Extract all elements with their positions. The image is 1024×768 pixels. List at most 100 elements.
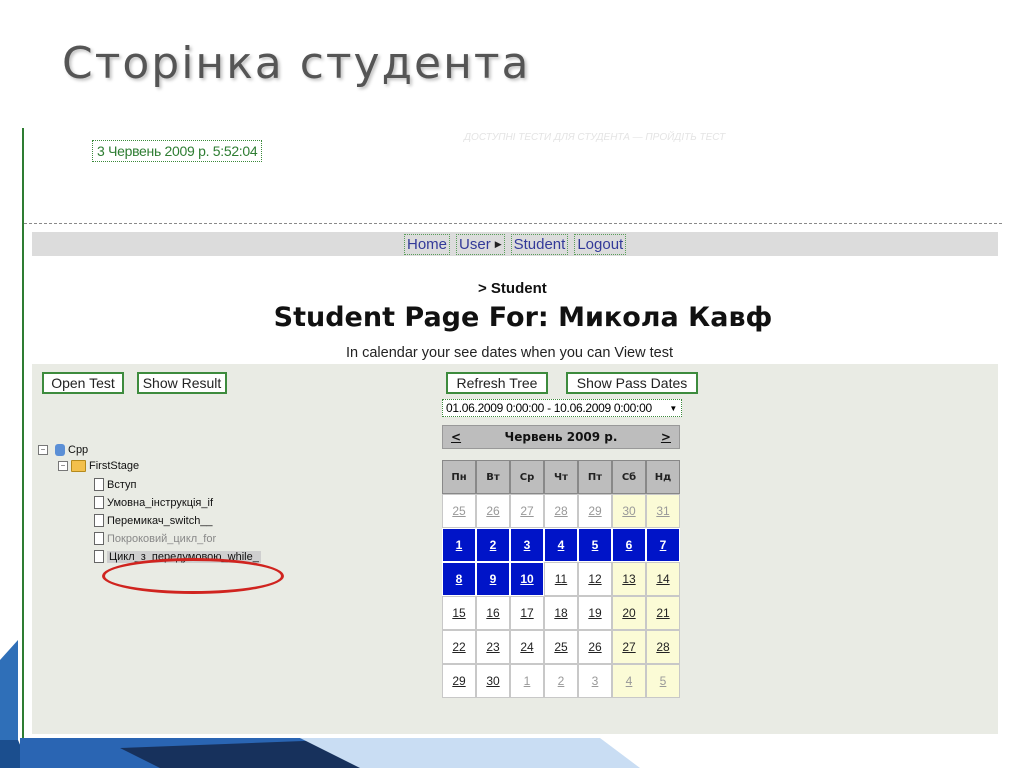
faint-header-text: ДОСТУПНІ ТЕСТИ ДЛЯ СТУДЕНТА — ПРОЙДІТЬ Т… [464, 132, 726, 143]
tree-item[interactable]: Покроковий_цикл_for [94, 532, 216, 545]
nav-bar: Home User ▶ Student Logout [32, 232, 998, 256]
calendar-day[interactable]: 30 [476, 664, 510, 698]
caret-right-icon: ▶ [494, 238, 502, 249]
nav-student-label: Student [513, 235, 566, 253]
calendar-day-available[interactable]: 9 [476, 562, 510, 596]
calendar-day[interactable]: 30 [612, 494, 646, 528]
calendar-day[interactable]: 17 [510, 596, 544, 630]
calendar-day[interactable]: 3 [578, 664, 612, 698]
calendar-day-available[interactable]: 3 [510, 528, 544, 562]
document-icon [94, 478, 104, 491]
calendar-day[interactable]: 26 [476, 494, 510, 528]
calendar-week: 8 9 10 11 12 13 14 [442, 562, 680, 596]
calendar-day[interactable]: 5 [646, 664, 680, 698]
calendar-day[interactable]: 22 [442, 630, 476, 664]
calendar-day-available[interactable]: 10 [510, 562, 544, 596]
tree-item[interactable]: Перемикач_switch__ [94, 514, 213, 527]
open-test-button[interactable]: Open Test [42, 372, 124, 394]
calendar-day-available[interactable]: 7 [646, 528, 680, 562]
calendar-month-label: Червень 2009 р. [504, 430, 618, 444]
tree-item[interactable]: Умовна_інструкція_if [94, 496, 213, 509]
calendar-week: 22 23 24 25 26 27 28 [442, 630, 680, 664]
calendar-day[interactable]: 25 [442, 494, 476, 528]
calendar-day[interactable]: 12 [578, 562, 612, 596]
calendar-day[interactable]: 14 [646, 562, 680, 596]
tree-root-label: Cpp [68, 444, 89, 456]
calendar-day[interactable]: 2 [544, 664, 578, 698]
folder-icon [71, 460, 86, 472]
calendar-day-available[interactable]: 6 [612, 528, 646, 562]
calendar-week: 1 2 3 4 5 6 7 [442, 528, 680, 562]
calendar-day[interactable]: 31 [646, 494, 680, 528]
weekday-label: Вт [476, 460, 510, 494]
calendar-day[interactable]: 27 [510, 494, 544, 528]
nav-user-label: User [459, 235, 491, 253]
weekday-label: Нд [646, 460, 680, 494]
calendar-day[interactable]: 28 [646, 630, 680, 664]
calendar-hint: In calendar your see dates when you can … [346, 345, 673, 361]
tree-item-label: Вступ [107, 478, 137, 491]
calendar-day[interactable]: 27 [612, 630, 646, 664]
calendar-day[interactable]: 1 [510, 664, 544, 698]
tree-item-label: Покроковий_цикл_for [107, 532, 217, 545]
calendar-grid: Пн Вт Ср Чт Пт Сб Нд 25 26 27 28 29 30 3… [442, 460, 680, 698]
page-title: Student Page For: Микола Кавф [273, 302, 773, 333]
slide-title: Сторінка студента [62, 38, 531, 89]
calendar-day[interactable]: 21 [646, 596, 680, 630]
calendar-day[interactable]: 13 [612, 562, 646, 596]
nav-home[interactable]: Home [404, 233, 451, 255]
calendar-day[interactable]: 16 [476, 596, 510, 630]
show-pass-dates-button[interactable]: Show Pass Dates [566, 372, 698, 394]
calendar-day-available[interactable]: 2 [476, 528, 510, 562]
nav-logout[interactable]: Logout [574, 233, 627, 255]
nav-student[interactable]: Student [510, 233, 569, 255]
tree-item-label: Перемикач_switch__ [107, 514, 213, 527]
nav-home-label: Home [407, 235, 448, 253]
nav-logout-label: Logout [577, 235, 624, 253]
refresh-tree-button[interactable]: Refresh Tree [446, 372, 548, 394]
calendar-day[interactable]: 20 [612, 596, 646, 630]
tree-node-root[interactable]: − Cpp [38, 444, 88, 456]
calendar-day-available[interactable]: 8 [442, 562, 476, 596]
main-panel: Open Test Show Result Refresh Tree Show … [32, 364, 998, 734]
calendar-week: 29 30 1 2 3 4 5 [442, 664, 680, 698]
weekday-label: Сб [612, 460, 646, 494]
calendar-day[interactable]: 25 [544, 630, 578, 664]
document-icon [94, 550, 104, 563]
show-result-button[interactable]: Show Result [137, 372, 227, 394]
calendar-day[interactable]: 23 [476, 630, 510, 664]
weekday-label: Пт [578, 460, 612, 494]
highlight-ellipse [102, 558, 284, 594]
calendar-day[interactable]: 26 [578, 630, 612, 664]
nav-user[interactable]: User ▶ [456, 233, 505, 255]
date-range-select[interactable]: 01.06.2009 0:00:00 - 10.06.2009 0:00:00 … [442, 399, 682, 417]
calendar-week: 25 26 27 28 29 30 31 [442, 494, 680, 528]
calendar-day-available[interactable]: 4 [544, 528, 578, 562]
collapse-icon[interactable]: − [58, 461, 68, 471]
tree-stage-label: FirstStage [89, 460, 140, 472]
calendar-day[interactable]: 11 [544, 562, 578, 596]
breadcrumb: > Student [478, 280, 547, 297]
calendar-day[interactable]: 29 [578, 494, 612, 528]
calendar-day[interactable]: 24 [510, 630, 544, 664]
calendar-day[interactable]: 15 [442, 596, 476, 630]
datetime-display: 3 Червень 2009 р. 5:52:04 [92, 140, 263, 162]
collapse-icon[interactable]: − [38, 445, 48, 455]
document-icon [94, 496, 104, 509]
weekday-label: Чт [544, 460, 578, 494]
calendar-day-available[interactable]: 5 [578, 528, 612, 562]
calendar-header: < Червень 2009 р. > [442, 425, 680, 449]
calendar-day-available[interactable]: 1 [442, 528, 476, 562]
calendar-day[interactable]: 29 [442, 664, 476, 698]
divider [24, 223, 1002, 224]
dropdown-arrow-icon: ▼ [669, 403, 677, 413]
tree-node-stage[interactable]: − FirstStage [58, 460, 139, 472]
prev-month-link[interactable]: < [451, 430, 461, 444]
next-month-link[interactable]: > [661, 430, 671, 444]
calendar-day[interactable]: 4 [612, 664, 646, 698]
calendar-day[interactable]: 19 [578, 596, 612, 630]
tree-item[interactable]: Вступ [94, 478, 136, 491]
calendar-weekday-row: Пн Вт Ср Чт Пт Сб Нд [442, 460, 680, 494]
calendar-day[interactable]: 28 [544, 494, 578, 528]
calendar-day[interactable]: 18 [544, 596, 578, 630]
